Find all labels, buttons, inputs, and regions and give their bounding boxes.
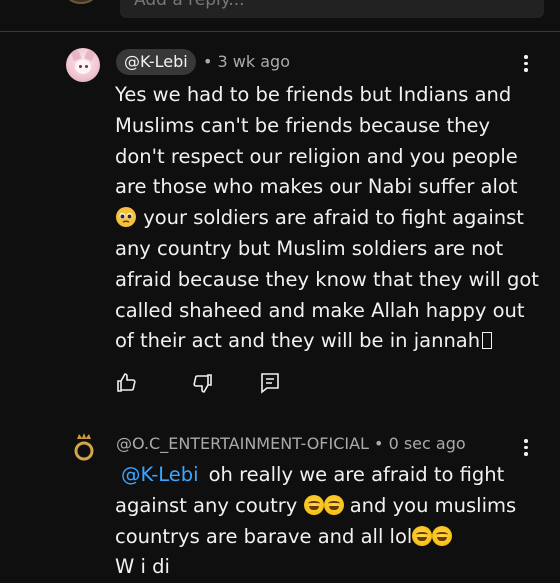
grinning-sweat-emoji bbox=[412, 525, 433, 546]
grinning-sweat-emoji bbox=[323, 494, 344, 515]
more-vert-icon[interactable] bbox=[522, 439, 530, 457]
pleading-face-emoji bbox=[116, 207, 136, 228]
divider bbox=[0, 31, 560, 32]
comment-timestamp: • 0 sec ago bbox=[374, 434, 466, 453]
comment-text: @K-Lebi oh really we are afraid to fight … bbox=[115, 463, 517, 579]
grinning-sweat-emoji bbox=[432, 525, 453, 546]
mention-link[interactable]: @K-Lebi bbox=[121, 463, 199, 486]
previous-reply-area: Add a reply... bbox=[0, 0, 560, 32]
previous-avatar bbox=[66, 0, 96, 4]
comment-header: @O.C_ENTERTAINMENT-OFICIAL • 0 sec ago bbox=[116, 434, 466, 453]
author-chip[interactable]: @K-Lebi bbox=[116, 49, 196, 75]
dislike-icon[interactable] bbox=[190, 371, 214, 395]
like-icon[interactable] bbox=[115, 371, 139, 395]
missing-glyph-box bbox=[482, 332, 493, 350]
avatar[interactable] bbox=[66, 48, 100, 82]
comment-timestamp: • 3 wk ago bbox=[203, 52, 290, 71]
comment-text: Yes we had to be friends but Indians and… bbox=[115, 83, 539, 353]
more-vert-icon[interactable] bbox=[522, 55, 530, 73]
grinning-sweat-emoji bbox=[303, 494, 324, 515]
reply-input[interactable]: Add a reply... bbox=[120, 0, 544, 18]
author-name[interactable]: @O.C_ENTERTAINMENT-OFICIAL bbox=[116, 434, 369, 453]
comment-actions bbox=[0, 371, 560, 395]
crown-avatar[interactable] bbox=[70, 432, 98, 462]
reply-icon[interactable] bbox=[258, 371, 282, 395]
